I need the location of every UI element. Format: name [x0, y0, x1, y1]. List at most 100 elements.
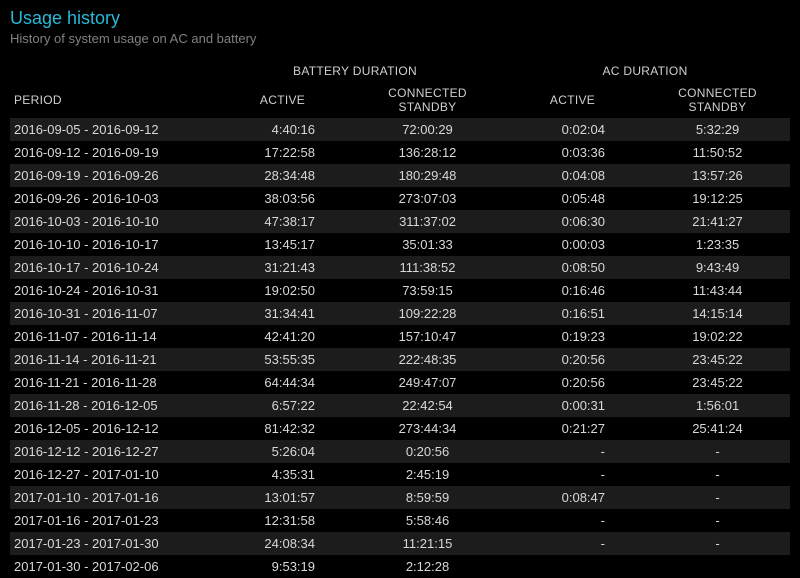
battery-active-cell: 42:41:20: [210, 325, 355, 348]
table-row: 2016-09-12 - 2016-09-1917:22:58136:28:12…: [10, 141, 790, 164]
ac-cs-cell: 11:50:52: [645, 141, 790, 164]
period-cell: 2017-01-16 - 2017-01-23: [10, 509, 210, 532]
usage-history-table: BATTERY DURATION AC DURATION PERIOD ACTI…: [10, 60, 790, 578]
ac-cs-cell: -: [645, 532, 790, 555]
period-cell: 2016-10-03 - 2016-10-10: [10, 210, 210, 233]
table-row: 2016-12-12 - 2016-12-275:26:040:20:56--: [10, 440, 790, 463]
table-row: 2016-10-03 - 2016-10-1047:38:17311:37:02…: [10, 210, 790, 233]
ac-active-cell: 0:20:56: [500, 348, 645, 371]
battery-active-cell: 38:03:56: [210, 187, 355, 210]
battery-cs-cell: 222:48:35: [355, 348, 500, 371]
ac-duration-header: AC DURATION: [500, 60, 790, 82]
table-row: 2016-09-26 - 2016-10-0338:03:56273:07:03…: [10, 187, 790, 210]
blank-header: [10, 60, 210, 82]
section-title: Usage history: [10, 8, 790, 29]
period-cell: 2016-10-17 - 2016-10-24: [10, 256, 210, 279]
ac-cs-cell: 19:12:25: [645, 187, 790, 210]
ac-active-cell: 0:06:30: [500, 210, 645, 233]
ac-cs-cell: -: [645, 486, 790, 509]
battery-cs-cell: 0:20:56: [355, 440, 500, 463]
table-row: 2017-01-16 - 2017-01-2312:31:585:58:46--: [10, 509, 790, 532]
ac-active-cell: [500, 555, 645, 578]
table-row: 2016-11-21 - 2016-11-2864:44:34249:47:07…: [10, 371, 790, 394]
ac-active-cell: -: [500, 463, 645, 486]
ac-active-cell: 0:21:27: [500, 417, 645, 440]
period-cell: 2016-11-14 - 2016-11-21: [10, 348, 210, 371]
battery-cs-cell: 22:42:54: [355, 394, 500, 417]
battery-cs-cell: 311:37:02: [355, 210, 500, 233]
ac-cs-cell: -: [645, 440, 790, 463]
table-row: 2016-09-05 - 2016-09-124:40:1672:00:290:…: [10, 118, 790, 141]
table-row: 2016-09-19 - 2016-09-2628:34:48180:29:48…: [10, 164, 790, 187]
ac-active-cell: -: [500, 440, 645, 463]
ac-active-cell: 0:08:50: [500, 256, 645, 279]
ac-cs-cell: 11:43:44: [645, 279, 790, 302]
battery-cs-cell: 8:59:59: [355, 486, 500, 509]
battery-cs-cell: 5:58:46: [355, 509, 500, 532]
ac-cs-cell: 23:45:22: [645, 371, 790, 394]
table-row: 2016-11-28 - 2016-12-056:57:2222:42:540:…: [10, 394, 790, 417]
ac-cs-cell: 9:43:49: [645, 256, 790, 279]
battery-cs-cell: 73:59:15: [355, 279, 500, 302]
ac-cs-cell: -: [645, 463, 790, 486]
ac-active-cell: 0:19:23: [500, 325, 645, 348]
ac-cs-cell: 5:32:29: [645, 118, 790, 141]
table-row: 2016-11-07 - 2016-11-1442:41:20157:10:47…: [10, 325, 790, 348]
period-cell: 2017-01-10 - 2017-01-16: [10, 486, 210, 509]
ac-cs-cell: [645, 555, 790, 578]
ac-active-cell: 0:08:47: [500, 486, 645, 509]
battery-cs-cell: 109:22:28: [355, 302, 500, 325]
ac-cs-cell: 25:41:24: [645, 417, 790, 440]
ac-cs-cell: -: [645, 509, 790, 532]
usage-history-section: Usage history History of system usage on…: [0, 0, 800, 578]
battery-cs-cell: 11:21:15: [355, 532, 500, 555]
ac-cs-cell: 21:41:27: [645, 210, 790, 233]
battery-active-cell: 31:21:43: [210, 256, 355, 279]
battery-active-cell: 53:55:35: [210, 348, 355, 371]
usage-history-tbody: 2016-09-05 - 2016-09-124:40:1672:00:290:…: [10, 118, 790, 578]
period-cell: 2016-11-28 - 2016-12-05: [10, 394, 210, 417]
battery-active-cell: 12:31:58: [210, 509, 355, 532]
battery-cs-cell: 249:47:07: [355, 371, 500, 394]
ac-active-cell: 0:00:03: [500, 233, 645, 256]
table-row: 2017-01-23 - 2017-01-3024:08:3411:21:15 -…: [10, 532, 790, 555]
period-cell: 2017-01-23 - 2017-01-30: [10, 532, 210, 555]
period-cell: 2016-10-10 - 2016-10-17: [10, 233, 210, 256]
ac-active-cell: 0:03:36: [500, 141, 645, 164]
period-cell: 2017-01-30 - 2017-02-06: [10, 555, 210, 578]
battery-cs-cell: 2:45:19: [355, 463, 500, 486]
battery-active-cell: 6:57:22: [210, 394, 355, 417]
table-row: 2016-10-24 - 2016-10-3119:02:5073:59:150…: [10, 279, 790, 302]
period-cell: 2016-11-07 - 2016-11-14: [10, 325, 210, 348]
table-row: 2016-10-10 - 2016-10-1713:45:1735:01:330…: [10, 233, 790, 256]
table-row: 2017-01-30 - 2017-02-069:53:192:12:28: [10, 555, 790, 578]
battery-active-cell: 64:44:34: [210, 371, 355, 394]
battery-active-cell: 13:01:57: [210, 486, 355, 509]
battery-active-cell: 31:34:41: [210, 302, 355, 325]
battery-cs-cell: 72:00:29: [355, 118, 500, 141]
period-cell: 2016-09-12 - 2016-09-19: [10, 141, 210, 164]
table-header-columns-row: PERIOD ACTIVE CONNECTED STANDBY ACTIVE C…: [10, 82, 790, 118]
battery-active-cell: 13:45:17: [210, 233, 355, 256]
battery-active-cell: 81:42:32: [210, 417, 355, 440]
ac-cs-cell: 23:45:22: [645, 348, 790, 371]
ac-active-cell: 0:05:48: [500, 187, 645, 210]
period-cell: 2016-10-24 - 2016-10-31: [10, 279, 210, 302]
period-cell: 2016-12-12 - 2016-12-27: [10, 440, 210, 463]
table-row: 2017-01-10 - 2017-01-1613:01:578:59:590:…: [10, 486, 790, 509]
ac-active-cell: 0:16:46: [500, 279, 645, 302]
table-row: 2016-10-31 - 2016-11-0731:34:41109:22:28…: [10, 302, 790, 325]
ac-active-cell: 0:02:04: [500, 118, 645, 141]
period-cell: 2016-09-26 - 2016-10-03: [10, 187, 210, 210]
battery-active-cell: 28:34:48: [210, 164, 355, 187]
ac-cs-cell: 1:23:35: [645, 233, 790, 256]
ac-active-cell: 0:00:31: [500, 394, 645, 417]
battery-active-cell: 9:53:19: [210, 555, 355, 578]
ac-active-cell: -: [500, 509, 645, 532]
ac-cs-cell: 1:56:01: [645, 394, 790, 417]
ac-cs-cell: 19:02:22: [645, 325, 790, 348]
battery-cs-cell: 157:10:47: [355, 325, 500, 348]
battery-cs-cell: 273:44:34: [355, 417, 500, 440]
battery-cs-header: CONNECTED STANDBY: [355, 82, 500, 118]
battery-active-cell: 24:08:34: [210, 532, 355, 555]
